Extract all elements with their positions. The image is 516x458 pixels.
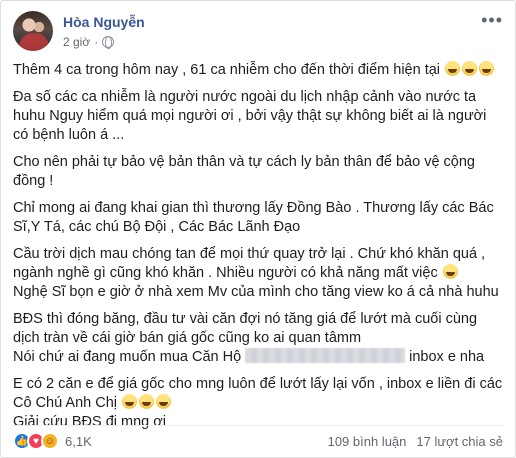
post-header: Hòa Nguyễn 2 giờ · •••: [13, 11, 503, 55]
post-paragraph: E có 2 căn e để giá gốc cho mng luôn để …: [13, 376, 503, 411]
post-meta: 2 giờ ·: [63, 35, 115, 49]
comments-count[interactable]: 109 bình luận: [328, 434, 407, 449]
post-paragraph: Đa số các ca nhiễm là người nước ngoài d…: [13, 89, 487, 143]
facebook-post-card: Hòa Nguyễn 2 giờ · ••• Thêm 4 ca trong h…: [0, 0, 516, 458]
post-time[interactable]: 2 giờ: [63, 35, 90, 49]
laughing-emoji-icon: [139, 394, 155, 409]
globe-icon: [102, 36, 115, 49]
post-stats: 109 bình luận 17 lượt chia sẻ: [328, 434, 503, 449]
author-avatar[interactable]: [13, 11, 53, 51]
post-paragraph: Cho nên phải tự bảo vệ bản thân và tự cá…: [13, 154, 475, 189]
laughing-emoji-icon: [122, 394, 138, 409]
shares-count[interactable]: 17 lượt chia sẻ: [416, 434, 503, 449]
laughing-emoji-icon: [442, 264, 458, 279]
post-paragraph: Thêm 4 ca trong hôm nay , 61 ca nhiễm ch…: [13, 61, 505, 80]
laughing-emoji-icon: [479, 61, 495, 76]
author-name[interactable]: Hòa Nguyễn: [63, 14, 145, 30]
footer-divider: [13, 425, 503, 426]
ellipsis-icon[interactable]: •••: [481, 11, 503, 29]
laughing-emoji-icon: [156, 394, 172, 409]
post-paragraph: Chỉ mong ai đang khai gian thì thương lấ…: [13, 200, 494, 235]
separator-dot: ·: [94, 35, 99, 49]
reactions-summary[interactable]: 👍 ♥ ☺ 6,1K: [13, 432, 92, 450]
post-paragraph: Cầu trời dịch mau chóng tan để mọi thứ q…: [13, 246, 486, 281]
post-footer: 👍 ♥ ☺ 6,1K 109 bình luận 17 lượt chia sẻ: [13, 427, 503, 455]
haha-icon: ☺: [41, 432, 59, 450]
post-paragraph: Nói chứ ai đang muốn mua Căn Hộ inbox e n…: [13, 348, 485, 365]
redacted-text: [245, 348, 406, 363]
post-body: Thêm 4 ca trong hôm nay , 61 ca nhiễm ch…: [13, 61, 505, 440]
reactions-count: 6,1K: [65, 433, 92, 449]
laughing-emoji-icon: [445, 61, 461, 76]
post-paragraph: BĐS thì đóng băng, đầu tư vài căn đợi nó…: [13, 311, 478, 346]
post-paragraph: Nghệ Sĩ bọn e giờ ở nhà xem Mv của mình …: [13, 284, 499, 300]
laughing-emoji-icon: [462, 61, 478, 76]
